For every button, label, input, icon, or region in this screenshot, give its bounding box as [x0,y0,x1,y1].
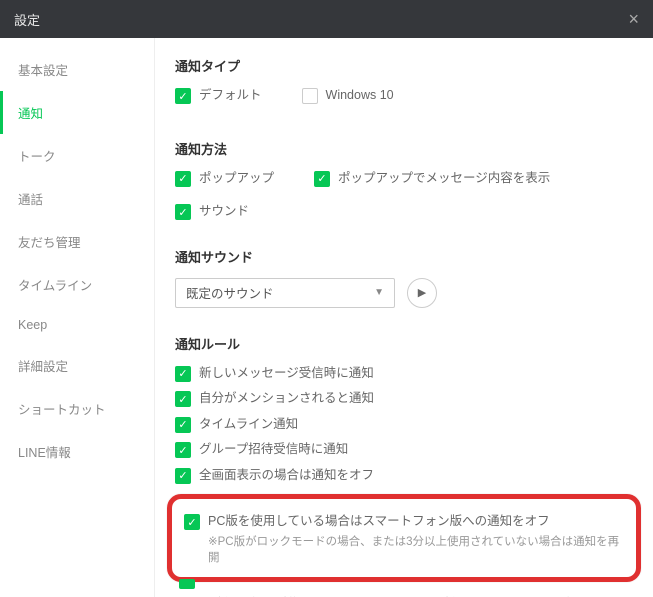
check-pc-smartphone-off[interactable]: ✓ PC版を使用している場合はスマートフォン版への通知をオフ ※PC版がロックモ… [184,513,624,565]
checkbox-icon: ✓ [175,442,191,458]
checkbox-icon: ✓ [175,468,191,484]
chevron-down-icon: ▼ [374,287,384,298]
window-header: 設定 × [0,0,653,38]
checkbox-icon [302,88,318,104]
checkbox-icon: ✓ [175,171,191,187]
section-notification-method: 通知方法 ✓ ポップアップ ✓ ポップアップでメッセージ内容を表示 ✓ サウンド [175,139,633,221]
footer-note: PC版で通知を受信するには、スマートフォン版LINEのスクエアの通知をオンにして… [199,594,633,597]
sidebar-item-call[interactable]: 通話 [0,177,154,220]
check-label: ポップアップ [199,170,274,188]
sidebar-item-info[interactable]: LINE情報 [0,430,154,473]
check-label: Windows 10 [326,87,394,105]
check-label: サウンド [199,203,249,221]
highlight-box: ✓ PC版を使用している場合はスマートフォン版への通知をオフ ※PC版がロックモ… [167,494,641,582]
check-label: 自分がメンションされると通知 [199,390,374,408]
check-label: 新しいメッセージ受信時に通知 [199,365,374,383]
check-label: PC版を使用している場合はスマートフォン版への通知をオフ [208,513,624,531]
check-default[interactable]: ✓ デフォルト [175,87,262,105]
select-value: 既定のサウンド [186,283,274,302]
sound-select[interactable]: 既定のサウンド ▼ [175,278,395,308]
sidebar-item-label: 詳細設定 [18,360,68,374]
check-popup-content[interactable]: ✓ ポップアップでメッセージ内容を表示 [314,170,550,188]
section-notification-rules: 通知ルール ✓ 新しいメッセージ受信時に通知 ✓ 自分がメンションされると通知 … [175,334,633,597]
section-title: 通知ルール [175,334,633,353]
window-title: 設定 [14,10,40,29]
check-new-message[interactable]: ✓ 新しいメッセージ受信時に通知 [175,365,633,383]
sidebar-item-label: Keep [18,318,47,332]
check-mention[interactable]: ✓ 自分がメンションされると通知 [175,390,633,408]
sidebar-item-label: ショートカット [18,403,106,417]
checkbox-icon: ✓ [175,366,191,382]
check-fullscreen-off[interactable]: ✓ 全画面表示の場合は通知をオフ [175,467,633,485]
sidebar-item-label: トーク [18,150,56,164]
sidebar: 基本設定 通知 トーク 通話 友だち管理 タイムライン Keep 詳細設定 ショ… [0,38,155,597]
sidebar-item-label: 通知 [18,107,43,121]
checkbox-icon: ✓ [175,204,191,220]
checkbox-icon: ✓ [184,514,200,530]
check-popup[interactable]: ✓ ポップアップ [175,170,274,188]
body: 基本設定 通知 トーク 通話 友だち管理 タイムライン Keep 詳細設定 ショ… [0,38,653,597]
check-label: デフォルト [199,87,262,105]
sidebar-item-label: 友だち管理 [18,236,81,250]
check-group-invite[interactable]: ✓ グループ招待受信時に通知 [175,441,633,459]
section-title: 通知方法 [175,139,633,158]
check-sound[interactable]: ✓ サウンド [175,203,633,221]
sidebar-item-keep[interactable]: Keep [0,306,154,344]
close-icon[interactable]: × [628,10,639,28]
checkbox-icon: ✓ [175,417,191,433]
section-notification-type: 通知タイプ ✓ デフォルト Windows 10 [175,56,633,113]
check-label: タイムライン通知 [199,416,298,434]
section-title: 通知タイプ [175,56,633,75]
sidebar-item-shortcut[interactable]: ショートカット [0,387,154,430]
check-timeline[interactable]: ✓ タイムライン通知 [175,416,633,434]
sidebar-item-talk[interactable]: トーク [0,134,154,177]
sidebar-item-timeline[interactable]: タイムライン [0,263,154,306]
checkbox-icon: ✓ [175,391,191,407]
checkbox-icon [179,579,195,589]
check-label: グループ招待受信時に通知 [199,441,348,459]
check-sublabel: ※PC版がロックモードの場合、または3分以上使用されていない場合は通知を再開 [208,533,624,565]
sidebar-item-friends[interactable]: 友だち管理 [0,220,154,263]
section-title: 通知サウンド [175,247,633,266]
check-label: ポップアップでメッセージ内容を表示 [338,170,550,188]
sidebar-item-label: 通話 [18,193,43,207]
sidebar-item-label: 基本設定 [18,64,68,78]
play-button[interactable]: ▶ [407,278,437,308]
sidebar-item-advanced[interactable]: 詳細設定 [0,344,154,387]
sidebar-item-basic[interactable]: 基本設定 [0,48,154,91]
checkbox-icon: ✓ [314,171,330,187]
checkbox-icon: ✓ [175,88,191,104]
sidebar-item-label: タイムライン [18,279,92,293]
section-notification-sound: 通知サウンド 既定のサウンド ▼ ▶ [175,247,633,308]
content: 通知タイプ ✓ デフォルト Windows 10 通知方法 ✓ ポップアップ [155,38,653,597]
check-windows10[interactable]: Windows 10 [302,87,394,105]
check-label: 全画面表示の場合は通知をオフ [199,467,374,485]
play-icon: ▶ [418,286,426,299]
sidebar-item-label: LINE情報 [18,446,71,460]
sidebar-item-notifications[interactable]: 通知 [0,91,154,134]
